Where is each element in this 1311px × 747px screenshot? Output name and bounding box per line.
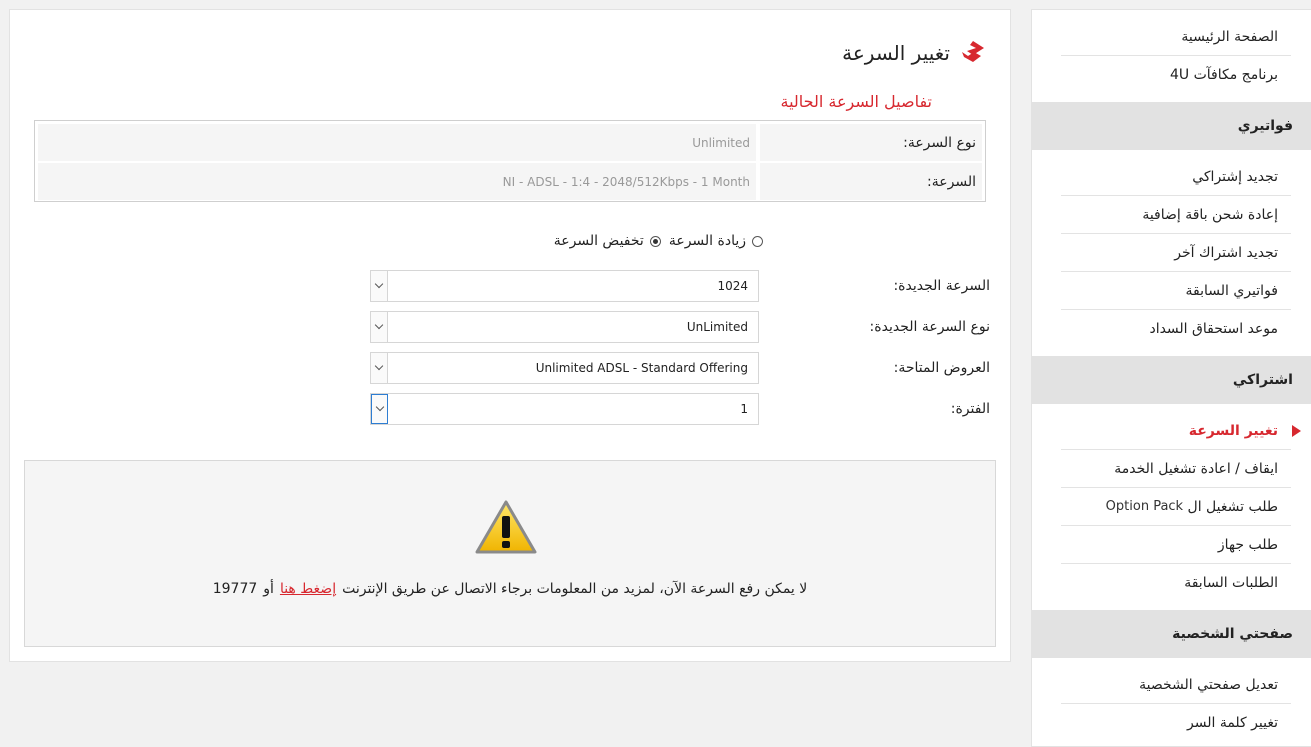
sidebar-item-change-speed[interactable]: تغيير السرعة: [1061, 412, 1301, 450]
click-here-link[interactable]: إضغط هنا: [280, 581, 336, 597]
new-speed-select[interactable]: 1024: [370, 270, 759, 302]
sidebar-item-request-device[interactable]: طلب جهاز: [1061, 526, 1291, 564]
brand-logo-icon: [962, 41, 984, 62]
sidebar-item-renew[interactable]: تجديد إشتراكي: [1061, 158, 1291, 196]
increase-speed-radio[interactable]: زيادة السرعة: [669, 233, 763, 249]
new-speed-type-row: نوع السرعة الجديدة: UnLimited: [370, 311, 990, 343]
radio-checked-icon[interactable]: [649, 235, 661, 247]
sidebar-item-recharge[interactable]: إعادة شحن باقة إضافية: [1061, 196, 1291, 234]
page-title: تغيير السرعة: [842, 40, 986, 66]
sidebar-subscription-group: تغيير السرعة ايقاف / اعادة تشغيل الخدمة …: [1032, 404, 1311, 610]
sidebar-item-due-date[interactable]: موعد استحقاق السداد: [1061, 310, 1291, 348]
sidebar: الصفحة الرئيسية برنامج مكافآت 4U فواتيري…: [1031, 9, 1311, 747]
chevron-down-icon[interactable]: [371, 271, 388, 301]
sidebar-item-option-pack[interactable]: طلب تشغيل ال Option Pack: [1061, 488, 1291, 526]
new-speed-type-select[interactable]: UnLimited: [370, 311, 759, 343]
current-speed-label: تفاصيل السرعة الحالية: [762, 92, 946, 111]
notice-message: لا يمكن رفع السرعة الآن، لمزيد من المعلو…: [212, 581, 808, 597]
sidebar-top-group: الصفحة الرئيسية برنامج مكافآت 4U: [1032, 10, 1311, 102]
offers-select[interactable]: Unlimited ADSL - Standard Offering: [370, 352, 759, 384]
period-row: الفترة: 1: [370, 393, 990, 425]
sidebar-item-rewards[interactable]: برنامج مكافآت 4U: [1061, 56, 1291, 94]
chevron-down-icon[interactable]: [371, 312, 388, 342]
chevron-down-icon[interactable]: [371, 394, 388, 424]
radio-icon[interactable]: [752, 235, 763, 247]
sidebar-item-previous-requests[interactable]: الطلبات السابقة: [1061, 564, 1291, 602]
chevron-down-icon[interactable]: [371, 353, 388, 383]
decrease-speed-radio[interactable]: تخفيض السرعة: [554, 233, 661, 249]
active-arrow-icon: [1292, 424, 1301, 437]
sidebar-item-suspend-service[interactable]: ايقاف / اعادة تشغيل الخدمة: [1061, 450, 1291, 488]
sidebar-section-profile: صفحتي الشخصية: [1032, 610, 1311, 658]
sidebar-item-renew-other[interactable]: تجديد اشتراك آخر: [1061, 234, 1291, 272]
new-speed-row: السرعة الجديدة: 1024: [370, 270, 990, 302]
warning-icon: [475, 500, 537, 554]
sidebar-item-edit-profile[interactable]: تعديل صفحتي الشخصية: [1061, 666, 1291, 704]
sidebar-item-previous-bills[interactable]: فواتيري السابقة: [1061, 272, 1291, 310]
sidebar-item-change-password[interactable]: تغيير كلمة السر: [1061, 704, 1291, 742]
sidebar-bills-group: تجديد إشتراكي إعادة شحن باقة إضافية تجدي…: [1032, 150, 1311, 356]
offers-row: العروض المتاحة: Unlimited ADSL - Standar…: [370, 352, 990, 384]
sidebar-profile-group: تعديل صفحتي الشخصية تغيير كلمة السر: [1032, 658, 1311, 746]
current-speed-box: نوع السرعة: Unlimited السرعة: NI - ADSL …: [34, 120, 986, 202]
main-panel: تغيير السرعة تفاصيل السرعة الحالية نوع ا…: [9, 9, 1011, 662]
hotline-number: 19777: [212, 581, 258, 597]
notice-box: لا يمكن رفع السرعة الآن، لمزيد من المعلو…: [24, 460, 996, 647]
sidebar-item-home[interactable]: الصفحة الرئيسية: [1061, 18, 1291, 56]
period-select[interactable]: 1: [370, 393, 759, 425]
info-row-speed-type: نوع السرعة: Unlimited: [38, 124, 982, 161]
speed-direction-options: زيادة السرعة تخفيض السرعة: [533, 233, 763, 249]
info-row-speed: السرعة: NI - ADSL - 1:4 - 2048/512Kbps -…: [38, 163, 982, 200]
sidebar-section-subscription: اشتراكي: [1032, 356, 1311, 404]
sidebar-section-bills: فواتيري: [1032, 102, 1311, 150]
